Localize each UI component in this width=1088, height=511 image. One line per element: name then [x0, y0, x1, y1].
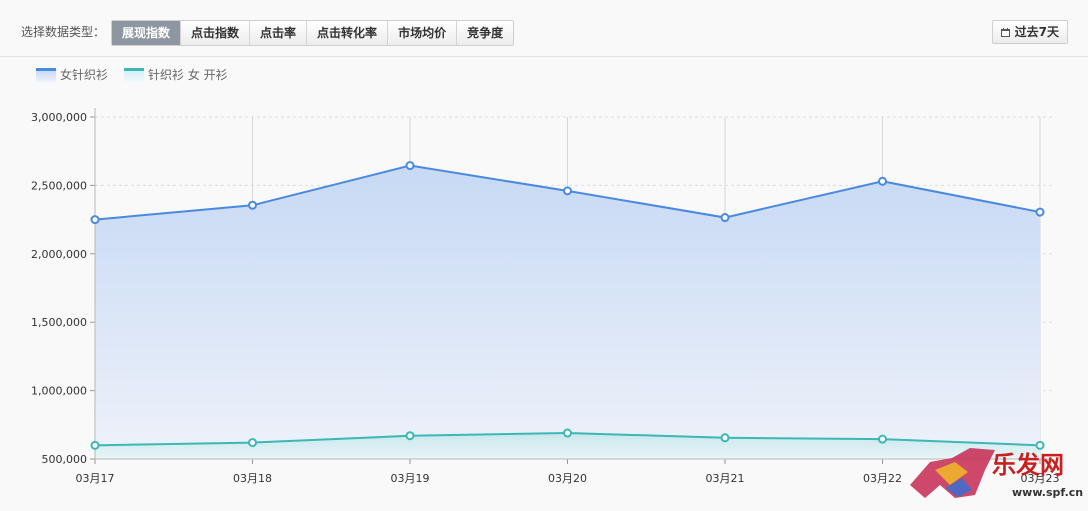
x-tick-label: 03月21: [706, 472, 745, 485]
series-1-point: [878, 176, 887, 186]
series-2-point: [248, 438, 257, 448]
area-layer: [94, 164, 1041, 459]
series-1-point: [248, 200, 257, 210]
area-chart: 500,000 1,000,000 1,500,000 2,000,000 2,500,…: [31, 108, 1083, 499]
series-1-area: [95, 165, 1040, 459]
series-2-point: [720, 433, 730, 443]
watermark-url: www.spf.cn: [1012, 486, 1083, 499]
y-tick-label: 3,000,000: [31, 111, 87, 124]
series-2-point: [563, 428, 572, 438]
series-1-point: [405, 161, 415, 171]
series-2-point: [405, 431, 415, 441]
series-2-point: [878, 434, 887, 444]
series-2-point: [1035, 440, 1045, 450]
watermark-text: 乐发网: [992, 450, 1064, 479]
y-tick-label: 1,500,000: [31, 316, 87, 329]
x-tick-label: 03月19: [391, 472, 430, 485]
x-tick-label: 03月20: [548, 472, 587, 485]
series-2-point: [90, 440, 100, 450]
series-1-point: [720, 213, 730, 223]
series-1-point: [1035, 207, 1045, 217]
y-tick-label: 500,000: [42, 453, 88, 466]
y-tick-label: 2,500,000: [31, 179, 87, 192]
series-1-point: [563, 186, 572, 196]
y-tick-label: 2,000,000: [31, 248, 87, 261]
x-tick-label: 03月17: [76, 472, 115, 485]
x-tick-label: 03月18: [233, 472, 272, 485]
x-tick-label: 03月22: [863, 472, 902, 485]
series-1-point: [90, 215, 100, 225]
y-tick-label: 1,000,000: [31, 385, 87, 398]
